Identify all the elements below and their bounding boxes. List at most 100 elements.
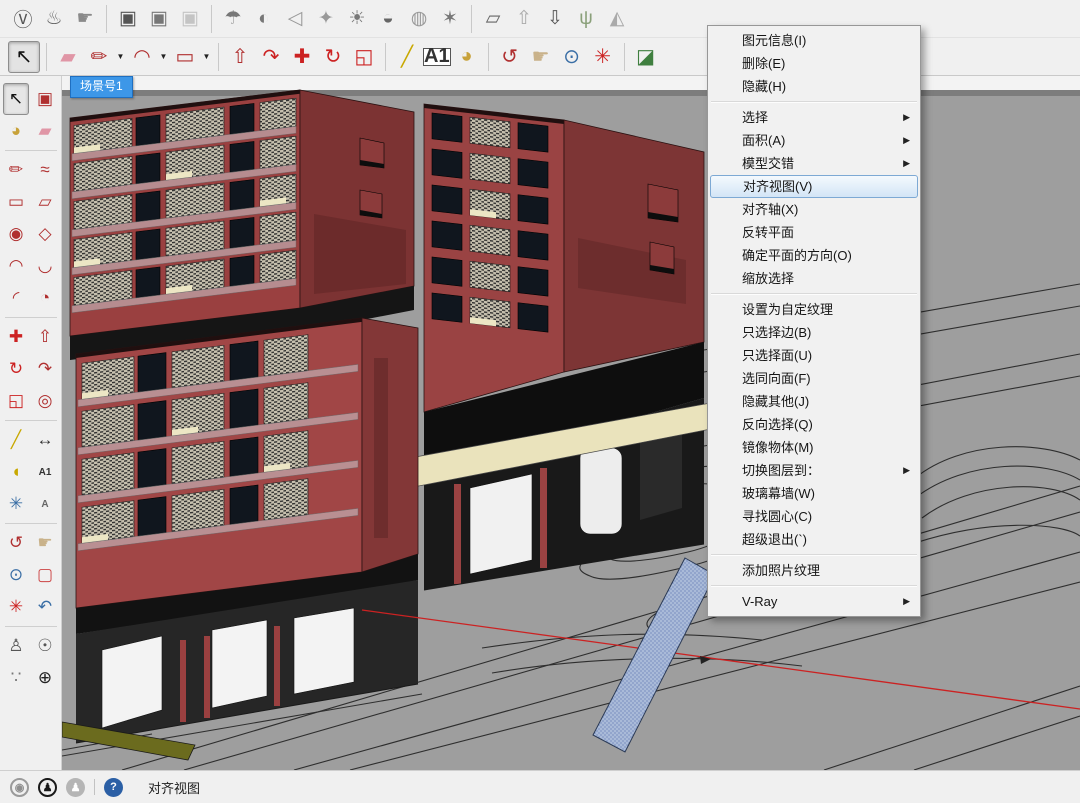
render-icon[interactable]: ♨	[39, 4, 69, 34]
menu-item-select-same-direction[interactable]: 选同向面(F)	[710, 367, 918, 390]
menu-item-orient-faces[interactable]: 确定平面的方向(O)	[710, 244, 918, 267]
pushpull-tool-icon[interactable]: ⇧	[32, 321, 58, 353]
zoom-extents-icon[interactable]: ✳	[3, 591, 29, 623]
geolocation-icon[interactable]: ◉	[10, 778, 29, 797]
zoom-tool-icon[interactable]: ⊙	[3, 559, 29, 591]
axes-tool-icon[interactable]: ✳	[3, 488, 29, 520]
sphere-light-icon[interactable]: ◐	[249, 4, 279, 34]
menu-item-find-center[interactable]: 寻找圆心(C)	[710, 505, 918, 528]
offset-tool-icon[interactable]: ◎	[32, 385, 58, 417]
model-canvas[interactable]	[62, 76, 1080, 770]
arc-tool-dropdown-icon[interactable]: ▼	[158, 52, 169, 61]
menu-item-align-view[interactable]: 对齐视图(V)	[710, 175, 918, 198]
infinite-plane-icon[interactable]: ▱	[478, 4, 508, 34]
select-tool-icon[interactable]: ↖	[8, 41, 40, 73]
menu-item-area[interactable]: 面积(A)▶	[710, 129, 918, 152]
menu-item-erase[interactable]: 删除(E)	[710, 52, 918, 75]
menu-item-add-photo-texture[interactable]: 添加照片纹理	[710, 559, 918, 582]
polygon-tool-icon[interactable]: ◇	[32, 218, 58, 250]
pan-tool-icon[interactable]: ☛	[32, 527, 58, 559]
menu-item-intersect-faces[interactable]: 模型交错▶	[710, 152, 918, 175]
pie-tool-icon[interactable]: ◔	[32, 282, 58, 314]
rectangle-tool-icon[interactable]: ▭	[170, 42, 200, 72]
followme-tool-icon[interactable]: ↷	[32, 353, 58, 385]
previous-view-icon[interactable]: ↶	[32, 591, 58, 623]
pan-tool-icon[interactable]: ☛	[526, 42, 556, 72]
menu-item-hide[interactable]: 隐藏(H)	[710, 75, 918, 98]
menu-item-entity-info[interactable]: 图元信息(I)	[710, 29, 918, 52]
freehand-tool-icon[interactable]: ≈	[32, 154, 58, 186]
arc-tool-icon[interactable]: ◠	[127, 42, 157, 72]
paint-bucket-icon[interactable]: ◕	[452, 42, 482, 72]
menu-item-reverse-faces[interactable]: 反转平面	[710, 221, 918, 244]
tape-measure-icon[interactable]: ╱	[3, 424, 29, 456]
pushpull-tool-icon[interactable]: ⇧	[225, 42, 255, 72]
text-tool-icon[interactable]: A1	[32, 456, 58, 488]
claim-credit-icon[interactable]: ♟	[38, 778, 57, 797]
followme-tool-icon[interactable]: ↷	[256, 42, 286, 72]
zoom-window-tool-icon[interactable]: ▢	[32, 559, 58, 591]
look-around-icon[interactable]: ☉	[32, 630, 58, 662]
menu-item-select-only-faces[interactable]: 只选择面(U)	[710, 344, 918, 367]
building-left-lower[interactable]	[62, 318, 422, 756]
help-icon[interactable]: ?	[104, 778, 123, 797]
interactive-render-icon[interactable]: ☛	[70, 4, 100, 34]
export-proxy-icon[interactable]: ⇧	[509, 4, 539, 34]
menu-item-select-only-edges[interactable]: 只选择边(B)	[710, 321, 918, 344]
protractor-tool-icon[interactable]: ◖	[3, 456, 29, 488]
threed-text-tool-icon[interactable]: A	[32, 488, 58, 520]
move-tool-icon[interactable]: ✚	[287, 42, 317, 72]
orbit-tool-icon[interactable]: ↺	[3, 527, 29, 559]
line-tool-icon[interactable]: ✏	[84, 42, 114, 72]
eraser-tool-icon[interactable]: ▰	[32, 115, 58, 147]
clipper-icon[interactable]: ◭	[602, 4, 632, 34]
fur-icon[interactable]: ψ	[571, 4, 601, 34]
import-proxy-icon[interactable]: ⇩	[540, 4, 570, 34]
spot-light-icon[interactable]: ◁	[280, 4, 310, 34]
locked-frame-buffer-icon[interactable]: ▣	[175, 4, 205, 34]
position-camera-icon[interactable]: ♙	[3, 630, 29, 662]
menu-item-glass-curtain-wall[interactable]: 玻璃幕墙(W)	[710, 482, 918, 505]
turn-around-icon[interactable]: ⊕	[32, 662, 58, 694]
menu-item-align-axes[interactable]: 对齐轴(X)	[710, 198, 918, 221]
menu-item-move-to-layer[interactable]: 切换图层到：▶	[710, 459, 918, 482]
ies-light-icon[interactable]: ✦	[311, 4, 341, 34]
three-point-arc-tool-icon[interactable]: ◜	[3, 282, 29, 314]
line-tool-icon[interactable]: ✏	[3, 154, 29, 186]
vray-logo-icon[interactable]: Ⓥ	[8, 4, 38, 34]
zoom-extents-icon[interactable]: ✳	[588, 42, 618, 72]
rectangle-tool-icon[interactable]: ▭	[3, 186, 29, 218]
rect-light-icon[interactable]: ✶	[435, 4, 465, 34]
walk-tool-icon[interactable]: ∵	[3, 662, 29, 694]
select-tool-icon[interactable]: ↖	[3, 83, 29, 115]
menu-item-make-unique-texture[interactable]: 设置为自定纹理	[710, 298, 918, 321]
frame-buffer-icon[interactable]: ▣	[113, 4, 143, 34]
orbit-tool-icon[interactable]: ↺	[495, 42, 525, 72]
3d-viewport[interactable]: 场景号1	[62, 76, 1080, 770]
scene-tab[interactable]: 场景号1	[70, 76, 133, 98]
menu-item-zoom-selection[interactable]: 缩放选择	[710, 267, 918, 290]
arc-tool-icon[interactable]: ◠	[3, 250, 29, 282]
dimension-tool-icon[interactable]: ↔	[32, 424, 58, 456]
dome-light-icon[interactable]: ☂	[218, 4, 248, 34]
menu-item-super-exit[interactable]: 超级退出(`)	[710, 528, 918, 551]
menu-item-vray[interactable]: V-Ray▶	[710, 590, 918, 613]
text-tool-icon[interactable]: A1	[423, 48, 451, 66]
tape-measure-icon[interactable]: ╱	[392, 42, 422, 72]
line-tool-dropdown-icon[interactable]: ▼	[115, 52, 126, 61]
batch-render-icon[interactable]: ▣	[144, 4, 174, 34]
rotate-tool-icon[interactable]: ↻	[3, 353, 29, 385]
hemisphere-light-icon[interactable]: ◒	[373, 4, 403, 34]
rotate-tool-icon[interactable]: ↻	[318, 42, 348, 72]
menu-item-hide-others[interactable]: 隐藏其他(J)	[710, 390, 918, 413]
circle-tool-icon[interactable]: ◉	[3, 218, 29, 250]
menu-item-mirror-object[interactable]: 镜像物体(M)	[710, 436, 918, 459]
zoom-tool-icon[interactable]: ⊙	[557, 42, 587, 72]
menu-item-invert-selection[interactable]: 反向选择(Q)	[710, 413, 918, 436]
mesh-light-icon[interactable]: ◍	[404, 4, 434, 34]
paint-bucket-icon[interactable]: ◕	[3, 115, 29, 147]
sign-in-icon[interactable]: ♟	[66, 778, 85, 797]
menu-item-select[interactable]: 选择▶	[710, 106, 918, 129]
rectangle-tool-dropdown-icon[interactable]: ▼	[201, 52, 212, 61]
omni-light-icon[interactable]: ☀	[342, 4, 372, 34]
